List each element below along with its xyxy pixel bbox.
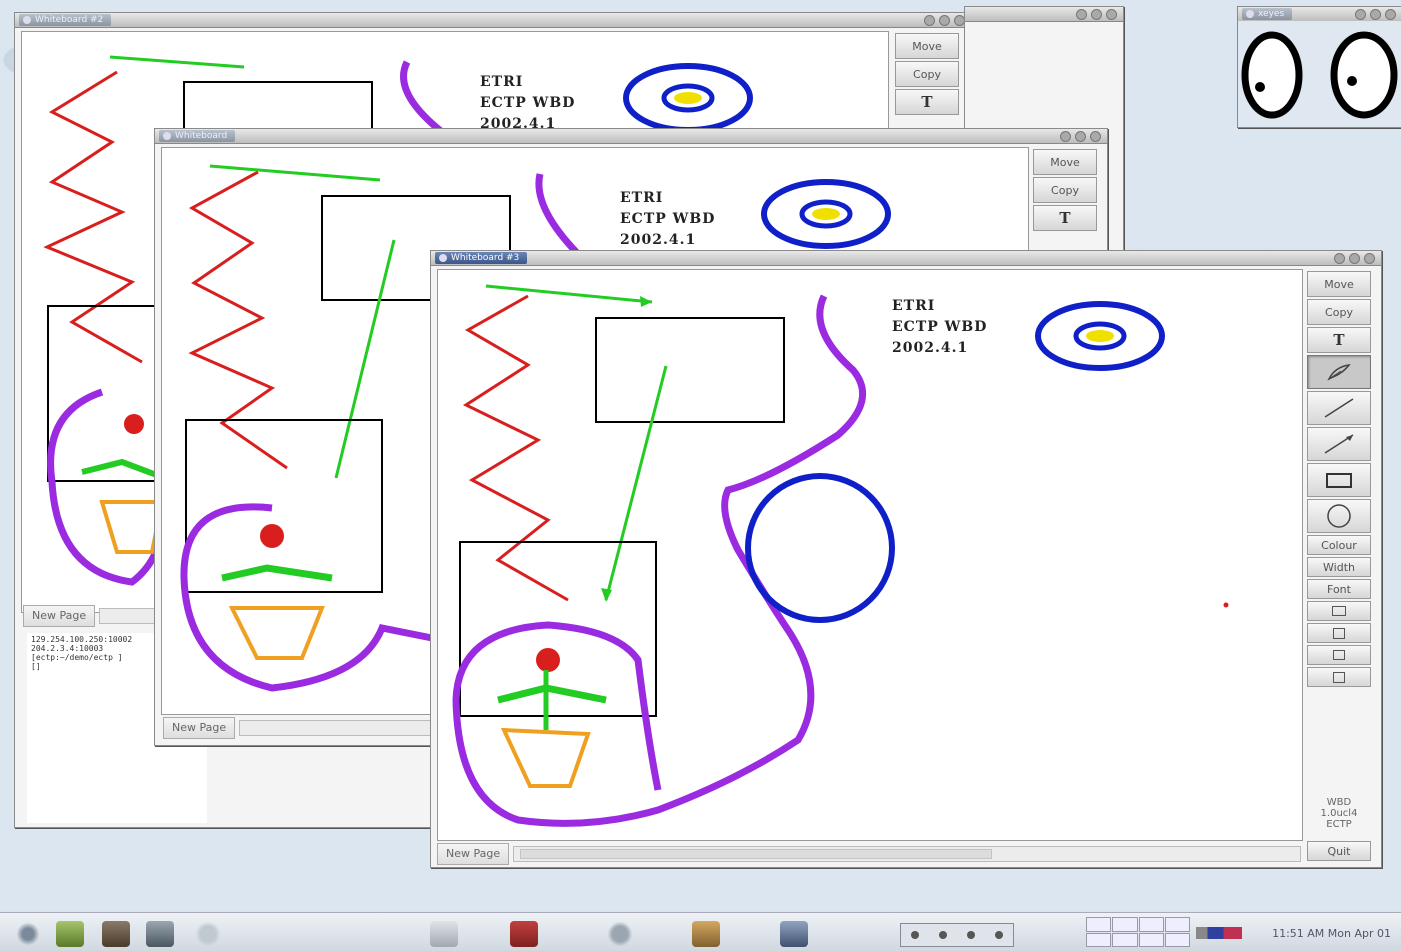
minimize-icon[interactable] (1355, 9, 1366, 20)
copy-button[interactable]: Copy (1033, 177, 1097, 203)
workspace-dot-icon (911, 931, 919, 939)
page-button-1[interactable] (1307, 601, 1371, 621)
window-title: Whiteboard (159, 130, 236, 142)
maximize-icon[interactable] (1091, 9, 1102, 20)
line-icon (1324, 398, 1354, 418)
file-manager-icon[interactable] (692, 921, 720, 947)
clock: 11:51 AM Mon Apr 01 (1272, 927, 1391, 940)
new-page-button[interactable]: New Page (163, 717, 236, 739)
window-title: Whiteboard #3 (435, 252, 528, 264)
colour-button[interactable]: Colour (1307, 535, 1371, 555)
small-square-icon (1333, 671, 1345, 683)
tools-icon[interactable] (102, 921, 130, 947)
pager[interactable] (1086, 917, 1190, 947)
small-square-icon (1332, 606, 1346, 616)
maximize-icon[interactable] (1349, 253, 1360, 264)
whiteboard-window-front[interactable]: Whiteboard #3 ETRI ECTP WBD 2002.4.1 Mov… (430, 250, 1382, 868)
window-titlebar[interactable]: Whiteboard #3 (431, 251, 1381, 266)
drawn-text: ETRI ECTP WBD 2002.4.1 (892, 298, 988, 356)
page-button-2[interactable] (1307, 623, 1371, 643)
window-titlebar[interactable]: Whiteboard #2 (15, 13, 971, 28)
arrow-tool-button[interactable] (1307, 427, 1371, 461)
arrow-line-icon (1324, 434, 1354, 454)
toolbar: Move Copy T Colour Width Font (1307, 271, 1371, 687)
workspace-dot-icon (995, 931, 1003, 939)
close-icon[interactable] (1385, 9, 1396, 20)
eyes-icon (1238, 21, 1401, 127)
move-button[interactable]: Move (1033, 149, 1097, 175)
rectangle-icon (1326, 473, 1352, 488)
close-icon[interactable] (1090, 131, 1101, 142)
taskbar: 11:51 AM Mon Apr 01 (0, 912, 1401, 951)
gnome-icon[interactable] (606, 921, 634, 947)
copy-button[interactable]: Copy (895, 61, 959, 87)
xeyes-window[interactable]: xeyes (1237, 6, 1401, 128)
quit-button[interactable]: Quit (1307, 841, 1371, 861)
circle-tool-button[interactable] (1307, 499, 1371, 533)
window-titlebar[interactable]: Whiteboard (155, 129, 1107, 144)
minimize-icon[interactable] (1334, 253, 1345, 264)
minimize-icon[interactable] (1076, 9, 1087, 20)
text-tool-button[interactable]: T (1307, 327, 1371, 353)
maximize-icon[interactable] (1370, 9, 1381, 20)
toolbar: Move Copy T (1033, 149, 1097, 231)
scroll-thumb[interactable] (520, 849, 993, 859)
toolbar: Move Copy T (895, 33, 959, 115)
page-button-3[interactable] (1307, 645, 1371, 665)
workspace-dot-icon (967, 931, 975, 939)
settings-icon[interactable] (194, 921, 222, 947)
maximize-icon[interactable] (1075, 131, 1086, 142)
pen-icon (1327, 364, 1351, 381)
application-icon[interactable] (510, 921, 538, 947)
pen-tool-button[interactable] (1307, 355, 1371, 389)
page-button-4[interactable] (1307, 667, 1371, 687)
new-page-button[interactable]: New Page (437, 843, 510, 865)
drawn-text: ETRI ECTP WBD 2002.4.1 (480, 74, 576, 132)
workspace-indicator[interactable] (900, 923, 1014, 947)
window-titlebar[interactable] (965, 7, 1123, 22)
horizontal-scrollbar[interactable] (513, 846, 1301, 862)
document-icon[interactable] (430, 921, 458, 947)
status-applet-icon[interactable] (1196, 927, 1242, 939)
minimize-icon[interactable] (924, 15, 935, 26)
new-page-button[interactable]: New Page (23, 605, 96, 627)
circle-icon (1327, 504, 1351, 528)
bottom-bar: New Page (437, 843, 1301, 865)
workspace-dot-icon (939, 931, 947, 939)
window-title: Whiteboard #2 (19, 14, 112, 26)
rectangle-tool-button[interactable] (1307, 463, 1371, 497)
move-button[interactable]: Move (895, 33, 959, 59)
terminal-icon[interactable] (146, 921, 174, 947)
font-button[interactable]: Font (1307, 579, 1371, 599)
gnome-foot-icon[interactable] (14, 921, 42, 947)
small-square-icon (1333, 627, 1345, 639)
copy-button[interactable]: Copy (1307, 299, 1371, 325)
maximize-icon[interactable] (939, 15, 950, 26)
close-icon[interactable] (1106, 9, 1117, 20)
move-button[interactable]: Move (1307, 271, 1371, 297)
small-square-icon (1333, 650, 1345, 660)
xeyes-title: xeyes (1242, 8, 1293, 20)
book-icon[interactable] (56, 921, 84, 947)
line-tool-button[interactable] (1307, 391, 1371, 425)
xeyes-titlebar[interactable]: xeyes (1238, 7, 1401, 22)
text-tool-button[interactable]: T (895, 89, 959, 115)
close-icon[interactable] (1364, 253, 1375, 264)
monitor-icon[interactable] (780, 921, 808, 947)
whiteboard-canvas[interactable]: ETRI ECTP WBD 2002.4.1 (437, 269, 1303, 841)
minimize-icon[interactable] (1060, 131, 1071, 142)
drawn-text: ETRI ECTP WBD 2002.4.1 (620, 190, 716, 248)
width-button[interactable]: Width (1307, 557, 1371, 577)
version-info: WBD 1.0ucl4 ECTP (1320, 797, 1358, 830)
text-tool-button[interactable]: T (1033, 205, 1097, 231)
